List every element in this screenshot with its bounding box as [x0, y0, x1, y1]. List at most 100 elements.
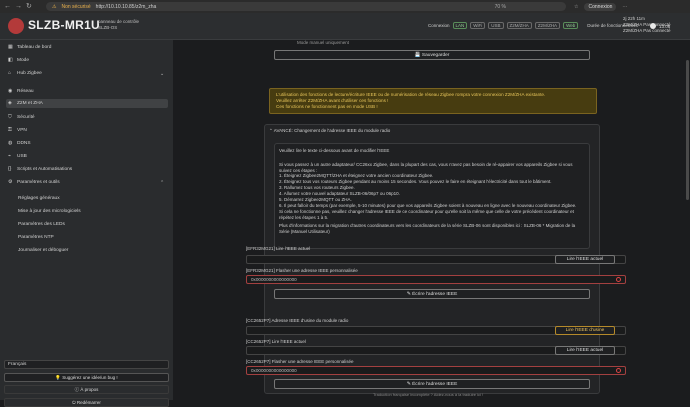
warning-line3: Ces fonctions ne fonctionnent pas en mod… — [276, 104, 378, 109]
cc-write-button[interactable]: ✎ Écrire l'adresse IEEE — [274, 379, 590, 389]
footer-translate[interactable]: Traduction française incomplète ? Aidez-… — [373, 392, 483, 397]
z2m-line1: Z2M/ZHA — [623, 22, 643, 27]
error-icon — [616, 277, 621, 282]
sidebar-item-label: Sécurité — [17, 115, 35, 120]
usb-badge: USB — [488, 22, 504, 29]
instruction-8[interactable]: Plus d'informations sur la migration d'a… — [279, 223, 583, 234]
instruction-3: 3. Rallumez tous vos routeurs Zigbee. — [279, 185, 355, 190]
instruction-7: Si cela ne fonctionne pas, veuillez chan… — [279, 209, 574, 220]
sidebar-subitem-leds[interactable]: Paramètres des LEDs — [18, 222, 65, 227]
sidebar-item-security[interactable]: ⛉ Sécurité — [8, 114, 35, 121]
efr-flash-label: [EFR32MG21] Flasher une adresse IEEE per… — [246, 268, 358, 273]
about-label: À propos — [80, 387, 99, 392]
sidebar-subitem-ntp[interactable]: Paramètres NTP — [18, 235, 54, 240]
network-icon: ◉ — [8, 88, 13, 94]
instruction-4: 4. Allumez votre nouvel adaptateur SLZB-… — [279, 191, 400, 196]
save-icon: 💾 — [414, 53, 422, 58]
web-badge: Web — [563, 22, 579, 29]
scripts-icon: {} — [8, 166, 12, 172]
sidebar-subitem-label: Journaliser et déboguer — [18, 248, 69, 253]
cc-read-button[interactable]: Lire l'IEEE actuel — [555, 346, 615, 355]
cc-origin-button[interactable]: Lire l'IEEE d'usine — [555, 326, 615, 335]
mode-icon: ◧ — [8, 57, 13, 63]
forward-icon[interactable]: → — [15, 3, 22, 10]
zigbee-icon: ⌂ — [8, 70, 12, 76]
sidebar-subitem-label: Paramètres des LEDs — [18, 222, 65, 227]
address-bar[interactable]: ⚠ Non sécurisé http://10.10.10.85/z2m_zh… — [46, 2, 566, 11]
instruction-6: 6. Il peut falloir du temps (par exemple… — [279, 203, 577, 208]
connection-status: Connexion LAN WiFi USB Z2M/ZHA Z2M/ZHA W… — [428, 22, 638, 29]
scrollbar-thumb[interactable] — [686, 60, 689, 200]
efr-flash-input[interactable]: 0x0000000000000000 — [246, 275, 626, 284]
logo-icon — [8, 18, 24, 34]
sidebar-item-scripts[interactable]: {} Scripts et Automatisations — [8, 166, 73, 173]
sidebar-item-label: Scripts et Automatisations — [17, 167, 73, 172]
sidebar-subitem-general[interactable]: Réglages généraux — [18, 196, 60, 201]
instruction-5: 5. Démarrez Zigbee2MQTT ou ZHA. — [279, 197, 352, 202]
efr-read-label: [EFR32MG21] Lire l'IEEE actuel — [246, 246, 311, 251]
back-icon[interactable]: ← — [4, 3, 11, 10]
wifi-badge: WiFi — [470, 22, 486, 29]
sidebar-item-mode[interactable]: ◧ Mode — [8, 57, 29, 64]
cc-flash-label: [CC2652P7] Flasher une adresse IEEE pers… — [246, 359, 354, 364]
save-label: Sauvegarder — [421, 53, 450, 58]
menu-icon[interactable]: ⋯ — [622, 4, 627, 10]
suggest-button[interactable]: 💡 Suggérez une idée/un bug ! — [4, 373, 169, 382]
sidebar-item-usb[interactable]: ⌁ USB — [8, 154, 27, 160]
language-select[interactable]: Français — [4, 360, 169, 369]
sidebar-item-dashboard[interactable]: ▦ Tableau de bord — [8, 44, 51, 51]
efr-write-button[interactable]: ✎ Écrire l'adresse IEEE — [274, 289, 590, 299]
advanced-header[interactable]: ⌃ AVANCÉ: Changement de l'adresse IEEE d… — [269, 128, 573, 134]
sidebar-item-z2m[interactable]: ◈ Z2M et ZHA — [8, 100, 43, 107]
theme-toggle-icon[interactable] — [650, 23, 656, 29]
extensions-icon[interactable]: ☆ — [574, 4, 578, 10]
z2m-icon: ◈ — [8, 100, 12, 106]
about-button[interactable]: ⓘ À propos — [4, 385, 169, 394]
sidebar-item-label: DDNS — [17, 141, 31, 146]
url-text[interactable]: http://10.10.10.85/z2m_zha — [96, 4, 157, 10]
cc-write-label: Écrire l'adresse IEEE — [412, 382, 458, 387]
efr-write-label: Écrire l'adresse IEEE — [412, 292, 458, 297]
chevron-up-icon[interactable]: ⌃ — [160, 180, 164, 186]
scrollbar[interactable] — [685, 40, 690, 400]
save-button[interactable]: 💾 Sauvegarder — [274, 50, 590, 60]
ddns-icon: ◍ — [8, 140, 13, 146]
cc-flash-input[interactable]: 0x0000000000000000 — [246, 366, 626, 375]
sidebar-item-label: VPN — [17, 128, 27, 133]
read-first-title: Veuillez lire le texte ci-dessous avant … — [279, 148, 390, 153]
warning-icon: ⚠ — [52, 3, 57, 10]
reboot-button[interactable]: ⏻ Redémarrer — [4, 398, 169, 407]
efr-flash-value: 0x0000000000000000 — [251, 277, 297, 282]
z2m-line2: Z2M/ZHA — [623, 28, 643, 33]
advanced-header-text: AVANCÉ: Changement de l'adresse IEEE du … — [273, 128, 391, 133]
brand-title: SLZB-MR1U — [28, 18, 101, 32]
sidebar-subitem-label: Mise à jour des micrologiciels — [18, 209, 81, 214]
chevron-down-icon[interactable]: ⌄ — [160, 71, 164, 77]
clock: 13:06 — [650, 23, 670, 29]
efr-read-button[interactable]: Lire l'IEEE actuel — [555, 255, 615, 264]
sidebar-item-label: Paramètres et outils — [17, 180, 60, 185]
security-label: Non sécurisé — [61, 3, 91, 10]
sidebar-subitem-firmware[interactable]: Mise à jour des micrologiciels — [18, 209, 81, 214]
instruction-2: 2. Éteignez tous vos routeurs Zigbee pen… — [279, 179, 552, 184]
cc-read-label: [CC2652P7] Lire l'IEEE actuel — [246, 339, 306, 344]
sidebar-item-label: Hub Zigbee — [17, 71, 42, 76]
error-icon — [616, 368, 621, 373]
dashboard-icon: ▦ — [8, 44, 13, 50]
reload-icon[interactable]: ↻ — [26, 3, 33, 10]
sidebar-subitem-logs[interactable]: Journaliser et déboguer — [18, 248, 68, 253]
zoom-level[interactable]: 70 % — [495, 4, 506, 10]
sidebar-item-network[interactable]: ◉ Réseau — [8, 88, 34, 95]
sidebar-item-label: Z2M et ZHA — [17, 101, 43, 106]
shield-icon: ⛉ — [8, 114, 12, 120]
sidebar-item-label: Réseau — [17, 89, 34, 94]
subtitle-line2: SLZB-OS — [98, 25, 118, 30]
sidebar-item-ddns[interactable]: ◍ DDNS — [8, 140, 31, 147]
instruction-1: 1. Éteignez Zigbee2MQTT/ZHA et éteignez … — [279, 173, 434, 178]
sidebar-item-vpn[interactable]: ⚿ VPN — [8, 128, 27, 134]
sidebar-item-hub[interactable]: ⌂ Hub Zigbee — [8, 70, 42, 77]
warning-alert: L'utilisation des fonctions de lecture/é… — [269, 88, 597, 114]
sidebar-item-settings[interactable]: ⚙ Paramètres et outils — [8, 180, 60, 186]
browser-connect-button[interactable]: Connexion — [584, 2, 617, 11]
sidebar-subitem-label: Paramètres NTP — [18, 235, 54, 240]
